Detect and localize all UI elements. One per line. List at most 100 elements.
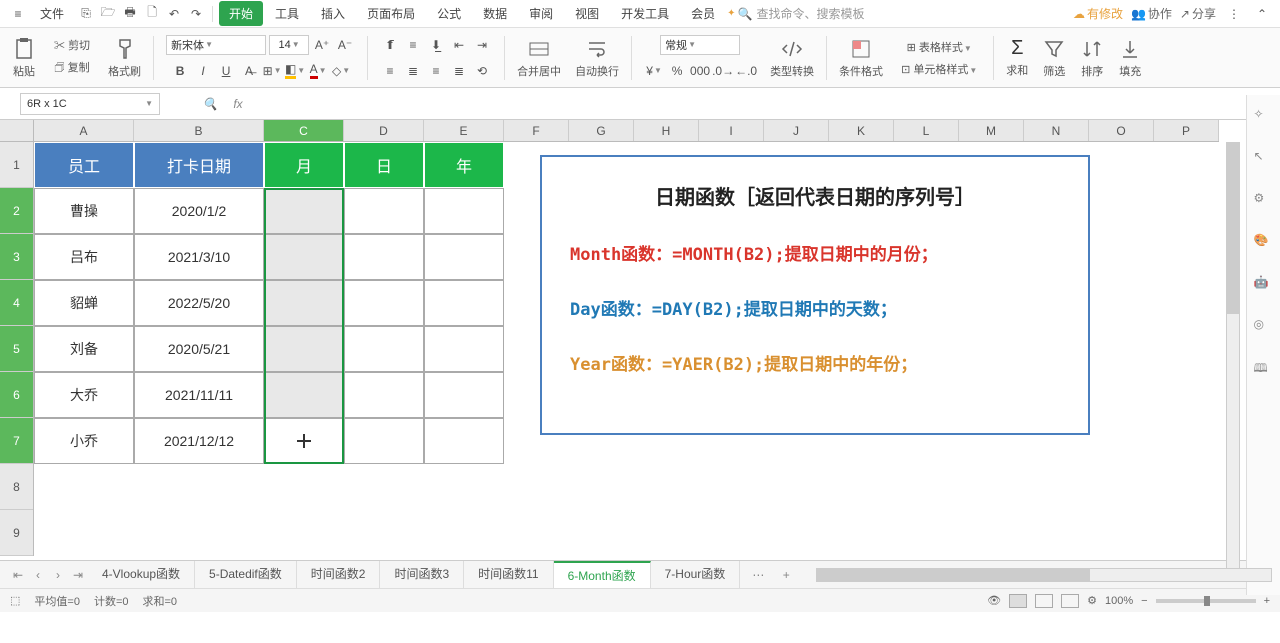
merge-button[interactable]: 合并居中 [517, 37, 561, 79]
col-head-D[interactable]: D [344, 120, 424, 141]
percent-button[interactable]: % [667, 61, 687, 81]
cell-E7[interactable] [424, 418, 504, 464]
col-head-F[interactable]: F [504, 120, 569, 141]
tab-next-button[interactable]: › [48, 565, 68, 585]
row-head-2[interactable]: 2 [0, 188, 33, 234]
print-icon[interactable]: 🗋 [142, 4, 162, 24]
tab-add-button[interactable]: + [776, 568, 796, 582]
row-head-6[interactable]: 6 [0, 372, 33, 418]
cond-format-button[interactable]: 条件格式 [839, 37, 883, 79]
comma-button[interactable]: 000 [690, 61, 710, 81]
copy-button[interactable]: 🗇 复制 [50, 58, 93, 79]
cell-A2[interactable]: 曹操 [34, 188, 134, 234]
cell-D5[interactable] [344, 326, 424, 372]
row-head-7[interactable]: 7 [0, 418, 33, 464]
vertical-scrollbar[interactable] [1226, 142, 1240, 572]
menu-icon[interactable]: ≡ [8, 4, 28, 24]
col-head-L[interactable]: L [894, 120, 959, 141]
save-icon[interactable]: 🖶 [120, 4, 140, 24]
cell-E2[interactable] [424, 188, 504, 234]
view-break-button[interactable] [1061, 594, 1079, 608]
decrease-font-button[interactable]: A⁻ [335, 35, 355, 55]
cell-E5[interactable] [424, 326, 504, 372]
align-top-button[interactable]: ⬆̄ [380, 35, 400, 55]
cell-B7[interactable]: 2021/12/12 [134, 418, 264, 464]
eye-icon[interactable]: 👁 [987, 594, 1001, 607]
strike-button[interactable]: A̶ [239, 61, 259, 81]
increase-font-button[interactable]: A⁺ [312, 35, 332, 55]
font-select[interactable]: 新宋体▼ [166, 35, 266, 55]
row-head-4[interactable]: 4 [0, 280, 33, 326]
cell-D6[interactable] [344, 372, 424, 418]
tab-member[interactable]: 会员 [681, 1, 725, 26]
sheet-tab[interactable]: 时间函数3 [380, 561, 464, 588]
cell-A6[interactable]: 大乔 [34, 372, 134, 418]
indent-right-button[interactable]: ⇥ [472, 35, 492, 55]
col-head-O[interactable]: O [1089, 120, 1154, 141]
side-cursor-icon[interactable]: ↖ [1254, 149, 1274, 169]
dec-decimal-button[interactable]: ←.0 [736, 61, 756, 81]
col-head-A[interactable]: A [34, 120, 134, 141]
cell-E3[interactable] [424, 234, 504, 280]
side-ai-icon[interactable]: 🤖 [1254, 275, 1274, 295]
tab-more-button[interactable]: ⋯ [748, 568, 768, 582]
tab-dev[interactable]: 开发工具 [611, 1, 679, 26]
zoom-in-button[interactable]: + [1264, 595, 1270, 607]
grid-area[interactable]: ABCDEFGHIJKLMNOP 123456789 员工打卡日期月日年曹操20… [0, 120, 1280, 560]
collapse-icon[interactable]: ⌃ [1252, 4, 1272, 24]
hscroll-thumb[interactable] [817, 569, 1089, 581]
tab-prev-button[interactable]: ‹ [28, 565, 48, 585]
paste-button[interactable]: 粘贴 [12, 37, 36, 79]
sheet-tab[interactable]: 7-Hour函数 [651, 561, 741, 588]
more-icon[interactable]: ⋮ [1224, 4, 1244, 24]
currency-button[interactable]: ¥▼ [644, 61, 664, 81]
filter-button[interactable]: 筛选 [1042, 37, 1066, 79]
inc-decimal-button[interactable]: .0→ [713, 61, 733, 81]
cell-B3[interactable]: 2021/3/10 [134, 234, 264, 280]
cell-B2[interactable]: 2020/1/2 [134, 188, 264, 234]
align-left-button[interactable]: ≡ [380, 61, 400, 81]
sum-button[interactable]: Σ 求和 [1006, 37, 1028, 78]
cell-A7[interactable]: 小乔 [34, 418, 134, 464]
underline-button[interactable]: U [216, 61, 236, 81]
row-head-8[interactable]: 8 [0, 464, 33, 510]
horizontal-scrollbar[interactable] [816, 568, 1272, 582]
cell-B5[interactable]: 2020/5/21 [134, 326, 264, 372]
row-head-9[interactable]: 9 [0, 510, 33, 556]
zoom-slider[interactable] [1156, 599, 1256, 603]
cell-A4[interactable]: 貂蝉 [34, 280, 134, 326]
cell-D1[interactable]: 日 [344, 142, 424, 188]
cell-E6[interactable] [424, 372, 504, 418]
side-book-icon[interactable]: 🕮 [1254, 359, 1274, 379]
fx-button[interactable]: fx [228, 94, 248, 114]
align-middle-button[interactable]: ≡ [403, 35, 423, 55]
tab-tools[interactable]: 工具 [265, 1, 309, 26]
align-bottom-button[interactable]: ⬇̲ [426, 35, 446, 55]
cell-C4[interactable] [264, 280, 344, 326]
cell-style-button[interactable]: ⊡ 单元格样式▼ [897, 60, 981, 78]
select-all-corner[interactable] [0, 120, 34, 142]
cell-C6[interactable] [264, 372, 344, 418]
format-painter-button[interactable]: 格式刷 [108, 37, 141, 79]
tab-last-button[interactable]: ⇥ [68, 565, 88, 585]
size-select[interactable]: 14▼ [269, 35, 309, 55]
side-location-icon[interactable]: ◎ [1254, 317, 1274, 337]
cell-E1[interactable]: 年 [424, 142, 504, 188]
sheet-tab[interactable]: 5-Datedif函数 [195, 561, 297, 588]
cell-B4[interactable]: 2022/5/20 [134, 280, 264, 326]
redo-icon[interactable]: ↷ [186, 4, 206, 24]
cell-C5[interactable] [264, 326, 344, 372]
cell-B6[interactable]: 2021/11/11 [134, 372, 264, 418]
new-icon[interactable]: ⎘ [76, 4, 96, 24]
cell-B1[interactable]: 打卡日期 [134, 142, 264, 188]
align-center-button[interactable]: ≣ [403, 61, 423, 81]
cell-C3[interactable] [264, 234, 344, 280]
share-button[interactable]: ↗ 分享 [1180, 5, 1216, 22]
col-head-C[interactable]: C [264, 120, 344, 141]
settings-icon[interactable]: ⚙ [1087, 594, 1097, 607]
col-head-B[interactable]: B [134, 120, 264, 141]
cell-A5[interactable]: 刘备 [34, 326, 134, 372]
menu-file[interactable]: 文件 [30, 1, 74, 26]
cell-D3[interactable] [344, 234, 424, 280]
tab-layout[interactable]: 页面布局 [357, 1, 425, 26]
